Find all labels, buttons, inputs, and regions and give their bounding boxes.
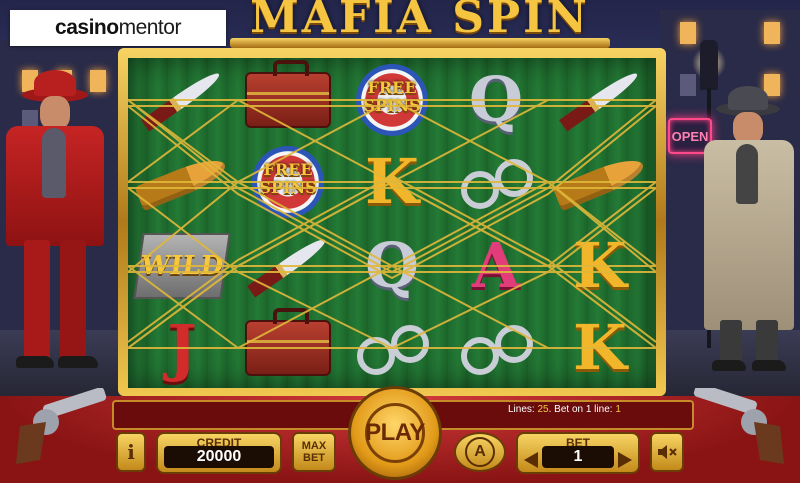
symbol-j: J bbox=[167, 311, 197, 384]
bet-decrease-arrow-icon[interactable] bbox=[524, 452, 538, 468]
game-screen: OPEN casino mentor MAFIA SPIN WILD J FRE… bbox=[0, 0, 800, 483]
symbol-k: K bbox=[573, 311, 627, 384]
autoplay-button[interactable]: A bbox=[454, 432, 506, 472]
symbol-free-spins: FREE SPINS bbox=[342, 60, 442, 140]
symbol-q: Q bbox=[364, 229, 419, 302]
symbol-handcuffs bbox=[446, 308, 546, 388]
max-bet-button[interactable]: MAX BET bbox=[292, 432, 336, 472]
symbol-wild: WILD bbox=[132, 226, 232, 306]
symbol-k: K bbox=[573, 229, 627, 302]
window bbox=[680, 22, 696, 44]
symbol-handcuffs bbox=[446, 142, 546, 222]
symbol-free-spins: FREE SPINS bbox=[238, 142, 338, 222]
symbol-bullet bbox=[550, 142, 650, 222]
window bbox=[90, 70, 106, 92]
symbol-q: Q bbox=[468, 63, 523, 136]
bet-increase-arrow-icon[interactable] bbox=[618, 452, 632, 468]
window bbox=[764, 22, 780, 44]
play-button[interactable]: PLAY bbox=[348, 386, 442, 480]
sound-toggle-button[interactable] bbox=[650, 432, 684, 472]
window bbox=[680, 74, 696, 96]
symbol-a: A bbox=[471, 229, 521, 302]
credit-value: 20000 bbox=[164, 446, 274, 468]
symbol-knife bbox=[132, 60, 232, 140]
symbol-k: K bbox=[365, 145, 419, 218]
symbol-briefcase bbox=[238, 60, 338, 140]
revolver-right-icon bbox=[693, 388, 784, 464]
credit-panel: CREDIT 20000 bbox=[156, 432, 282, 474]
street-lamp bbox=[700, 40, 718, 90]
info-button[interactable]: i bbox=[116, 432, 146, 472]
casinomentor-logo: casino mentor bbox=[10, 10, 226, 46]
symbol-knife bbox=[238, 226, 338, 306]
speaker-mute-icon bbox=[658, 445, 677, 459]
symbol-bullet bbox=[132, 142, 232, 222]
game-title-banner: MAFIA SPIN bbox=[230, 0, 610, 52]
symbol-handcuffs bbox=[342, 308, 442, 388]
bet-value: 1 bbox=[542, 446, 614, 468]
game-title: MAFIA SPIN bbox=[250, 0, 590, 43]
symbol-knife bbox=[550, 60, 650, 140]
symbol-briefcase bbox=[238, 308, 338, 388]
revolver-left-icon bbox=[16, 388, 107, 464]
lines-bet-info: Lines: 25. Bet on 1 line: 1 bbox=[508, 404, 621, 415]
reels: WILD J FREE SPINS FREE SPINS K Q Q A K K bbox=[128, 58, 656, 388]
